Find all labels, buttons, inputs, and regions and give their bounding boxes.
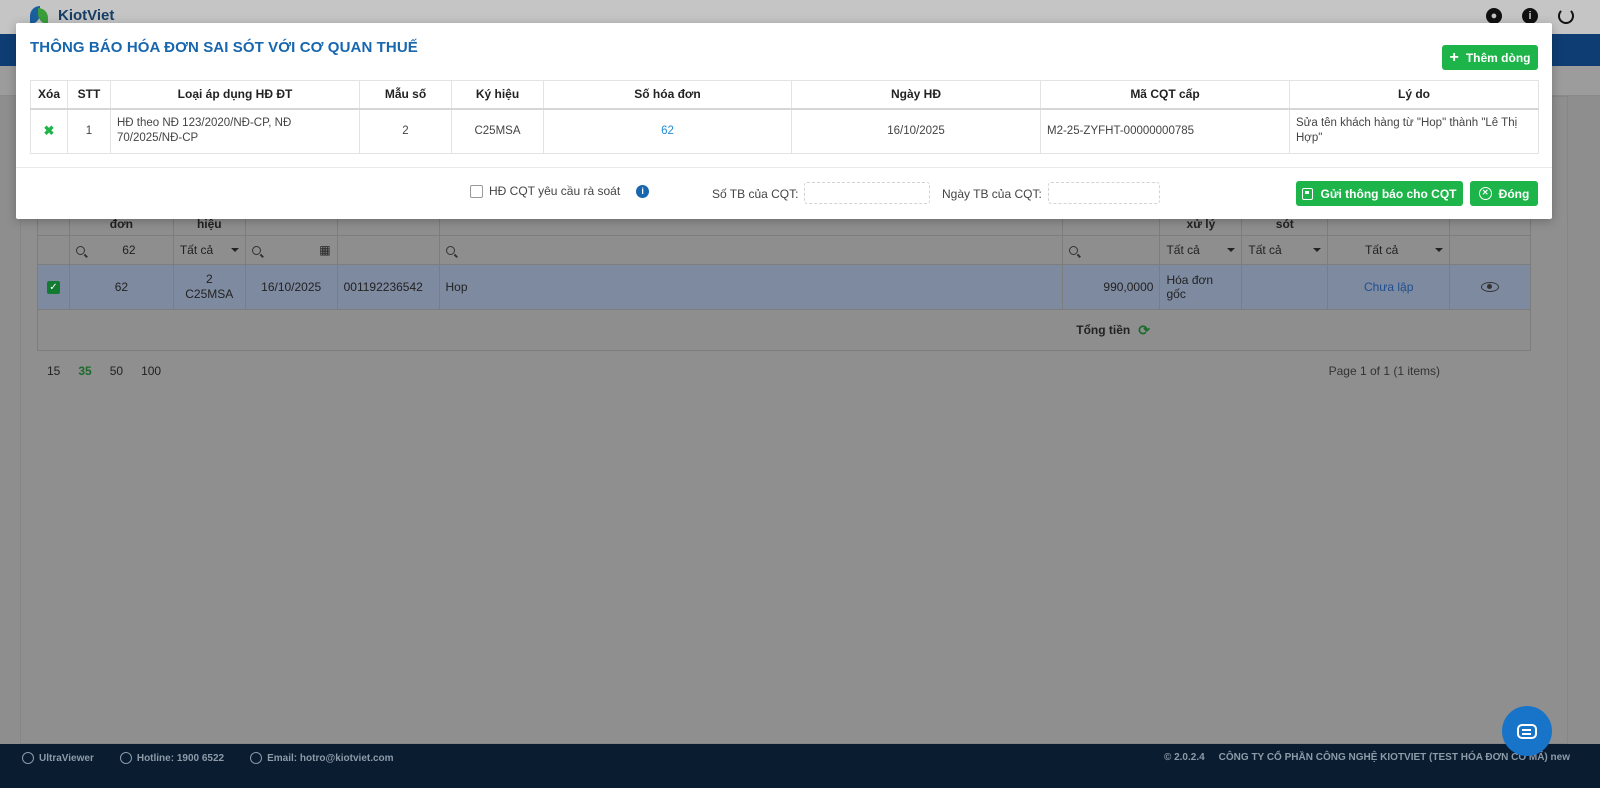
table-row[interactable]: ✓ 62 2 C25MSA 16/10/2025 001192236542 Ho…	[38, 265, 1530, 310]
close-button[interactable]: ✕ Đóng	[1470, 181, 1538, 206]
cell-stt: 1	[67, 108, 111, 154]
table-header: Xóa STT Loại áp dụng HĐ ĐT Mẫu số Ký hiệ…	[30, 80, 1539, 110]
info-icon[interactable]: i	[636, 184, 650, 198]
email: Email: hotro@kiotviet.com	[250, 752, 394, 764]
delete-row-icon[interactable]: ✖	[44, 123, 55, 138]
chevron-down-icon	[1227, 248, 1236, 252]
plus-icon: +	[1449, 48, 1459, 66]
refresh-icon[interactable]: ⟳	[1138, 322, 1150, 339]
notice-date-input[interactable]	[1048, 182, 1160, 204]
col-form: Mẫu số	[359, 80, 452, 110]
filter-error-select[interactable]: Tất cả	[1242, 236, 1329, 264]
total-label: Tổng tiền	[1076, 323, 1131, 337]
search-icon	[251, 245, 261, 255]
cell-date: 16/10/2025	[246, 265, 338, 309]
filter-error-status-select[interactable]: Tất cả	[1328, 236, 1451, 264]
save-send-icon	[1302, 187, 1314, 200]
page-size-option[interactable]: 50	[110, 364, 123, 378]
table-row: ✖ 1 HĐ theo NĐ 123/2020/NĐ-CP, NĐ 70/202…	[30, 108, 1539, 154]
page-size-option-active[interactable]: 35	[78, 364, 91, 378]
col-type: Loại áp dụng HĐ ĐT	[110, 80, 360, 110]
search-icon	[75, 245, 85, 255]
col-delete: Xóa	[30, 80, 68, 110]
filter-tax-id[interactable]	[338, 236, 440, 264]
mail-icon	[250, 752, 263, 764]
filter-amount[interactable]	[1063, 236, 1161, 264]
page-info: Page 1 of 1 (1 items)	[1328, 364, 1440, 378]
calendar-icon[interactable]: ▦	[319, 243, 330, 257]
search-icon	[1068, 245, 1078, 255]
cell-symbol: 2 C25MSA	[174, 265, 246, 309]
close-icon: ✕	[1478, 187, 1492, 200]
filter-symbol-select[interactable]: Tất cả	[174, 236, 246, 264]
chevron-down-icon	[1313, 248, 1322, 252]
notice-no-input[interactable]	[804, 182, 930, 204]
error-invoice-table: Xóa STT Loại áp dụng HĐ ĐT Mẫu số Ký hiệ…	[30, 80, 1539, 154]
phone-icon	[119, 752, 132, 764]
cell-amount: 990,0000	[1063, 265, 1161, 309]
chat-button[interactable]	[1502, 706, 1552, 756]
chevron-down-icon	[230, 248, 239, 252]
col-date: Ngày HĐ	[791, 80, 1041, 110]
col-invoice-no: Số hóa đơn	[543, 80, 792, 110]
notice-date-label: Ngày TB của CQT:	[942, 187, 1042, 201]
error-notice-dialog: THÔNG BÁO HÓA ĐƠN SAI SÓT VỚI CƠ QUAN TH…	[16, 23, 1552, 219]
review-checkbox[interactable]	[470, 184, 483, 198]
row-checkbox[interactable]: ✓	[46, 280, 60, 294]
total-row: Tổng tiền ⟳	[38, 310, 1530, 350]
filter-date[interactable]: ▦	[246, 236, 338, 264]
top-icons: ● i	[1486, 8, 1574, 24]
version: © 2.0.2.4	[1163, 752, 1205, 763]
page-size-option[interactable]: 15	[47, 364, 60, 378]
cell-reason: Sửa tên khách hàng từ "Hop" thành "Lê Th…	[1289, 108, 1539, 154]
eye-icon[interactable]	[1481, 282, 1500, 292]
add-row-button[interactable]: + Thêm dòng	[1442, 45, 1538, 70]
page-size-selector: 15 35 50 100	[47, 364, 161, 378]
col-reason: Lý do	[1289, 80, 1539, 110]
cell-customer: Hop	[440, 265, 1063, 309]
filter-customer[interactable]	[440, 236, 1063, 264]
footer: UltraViewer Hotline: 1900 6522 Email: ho…	[0, 744, 1600, 788]
ultraviewer-icon	[22, 752, 34, 764]
invoice-number-link[interactable]: 62	[661, 125, 674, 137]
chevron-down-icon	[1435, 248, 1444, 252]
chat-icon	[1517, 723, 1537, 739]
filter-row: 62 Tất cả ▦ Tất cả Tất cả Tất cả	[38, 236, 1530, 265]
notice-no-label: Số TB của CQT:	[712, 187, 799, 201]
send-notice-button[interactable]: Gửi thông báo cho CQT	[1296, 181, 1463, 206]
dialog-title: THÔNG BÁO HÓA ĐƠN SAI SÓT VỚI CƠ QUAN TH…	[30, 39, 418, 56]
cell-error	[1242, 265, 1329, 309]
cell-status: Hóa đơn gốc	[1160, 265, 1243, 309]
filter-status-select[interactable]: Tất cả	[1160, 236, 1243, 264]
invoice-table: đơn hiệu xử lý sót 62 Tất cả ▦ Tất cả Tấ…	[37, 208, 1531, 351]
col-stt: STT	[67, 80, 111, 110]
filter-invoice-no[interactable]: 62	[70, 236, 174, 264]
power-icon[interactable]	[1558, 8, 1574, 24]
brand-name: KiotViet	[58, 6, 115, 24]
col-symbol: Ký hiệu	[451, 80, 544, 110]
cell-error-status-link[interactable]: Chưa lập	[1328, 265, 1451, 309]
col-tax-code: Mã CQT cấp	[1040, 80, 1290, 110]
cell-type: HĐ theo NĐ 123/2020/NĐ-CP, NĐ 70/2025/NĐ…	[110, 108, 360, 154]
page-size-option[interactable]: 100	[141, 364, 161, 378]
hotline: Hotline: 1900 6522	[119, 752, 224, 764]
divider	[16, 167, 1552, 168]
ultraviewer-link[interactable]: UltraViewer	[22, 752, 94, 764]
review-checkbox-group: HĐ CQT yêu cầu rà soát i	[470, 184, 650, 198]
cell-date: 16/10/2025	[791, 108, 1041, 154]
cell-tax-id: 001192236542	[338, 265, 440, 309]
cell-tax-code: M2-25-ZYFHT-00000000785	[1040, 108, 1290, 154]
search-icon	[445, 245, 455, 255]
cell-symbol: C25MSA	[451, 108, 544, 154]
cell-form: 2	[359, 108, 452, 154]
review-checkbox-label: HĐ CQT yêu cầu rà soát	[489, 184, 621, 198]
cell-invoice-no: 62	[70, 265, 174, 309]
info-icon[interactable]: i	[1522, 8, 1538, 24]
user-icon[interactable]: ●	[1486, 8, 1502, 24]
